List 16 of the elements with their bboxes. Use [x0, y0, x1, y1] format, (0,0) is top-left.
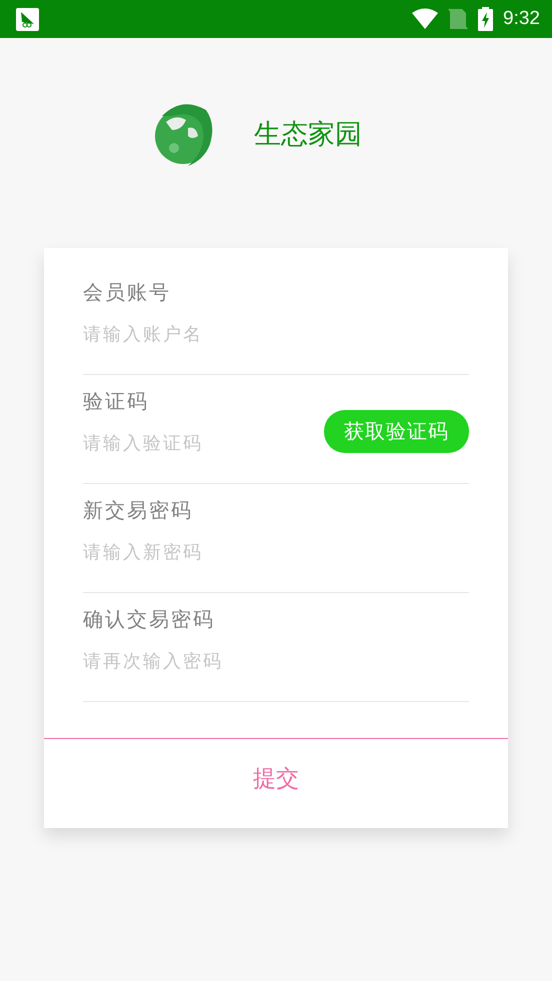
no-sim-icon	[448, 8, 468, 30]
field-label: 新交易密码	[83, 497, 194, 524]
input-field[interactable]: 请输入验证码	[83, 429, 324, 457]
get-code-button[interactable]: 获取验证码	[324, 410, 469, 452]
clock-time: 9:32	[503, 8, 540, 30]
field-label: 确认交易密码	[83, 606, 216, 633]
input-field[interactable]: 请再次输入密码	[83, 647, 469, 675]
battery-charging-icon	[478, 7, 494, 31]
field-label: 验证码	[83, 388, 150, 415]
app-notification-icon	[16, 8, 39, 30]
field-label: 会员账号	[83, 279, 172, 306]
app-title: 生态家园	[254, 118, 362, 152]
wifi-icon	[412, 8, 438, 30]
submit-button[interactable]: 提交	[243, 759, 309, 798]
input-field[interactable]: 请输入新密码	[83, 538, 469, 566]
input-field[interactable]: 请输入账户名	[83, 320, 469, 348]
